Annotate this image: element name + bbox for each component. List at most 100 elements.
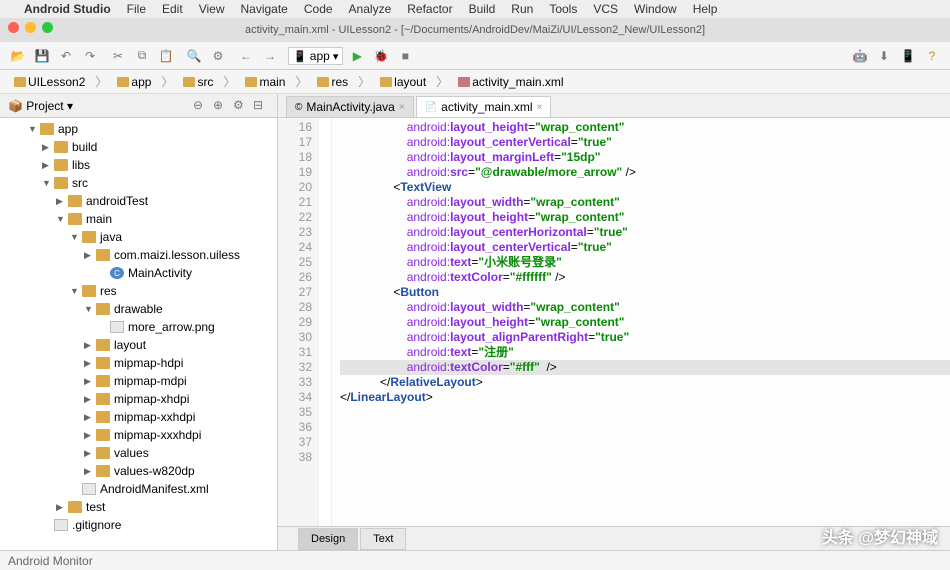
tree-item[interactable]: ▶mipmap-xxhdpi — [0, 408, 277, 426]
tree-item[interactable]: ▶mipmap-hdpi — [0, 354, 277, 372]
breadcrumb-item[interactable]: activity_main.xml — [452, 73, 569, 91]
code-editor[interactable]: 1617181920212223242526272829303132333435… — [278, 118, 950, 526]
chevron-right-icon[interactable]: ▶ — [56, 196, 68, 207]
chevron-right-icon[interactable]: ▶ — [84, 358, 96, 369]
tree-item[interactable]: AndroidManifest.xml — [0, 480, 277, 498]
chevron-right-icon[interactable]: ▶ — [42, 160, 54, 171]
project-view-select[interactable]: 📦 Project ▾ — [8, 99, 73, 113]
collapse-all-icon[interactable]: ⊖ — [193, 98, 209, 114]
layout-editor-tab-text[interactable]: Text — [360, 528, 406, 550]
chevron-right-icon[interactable]: ▶ — [84, 412, 96, 423]
chevron-right-icon[interactable]: ▶ — [84, 430, 96, 441]
menu-build[interactable]: Build — [469, 2, 496, 16]
breadcrumb-item[interactable]: main — [239, 73, 291, 91]
menu-window[interactable]: Window — [634, 2, 677, 16]
chevron-down-icon[interactable]: ▼ — [42, 178, 54, 188]
project-tree[interactable]: ▼app▶build▶libs▼src▶androidTest▼main▼jav… — [0, 118, 277, 550]
tree-item[interactable]: CMainActivity — [0, 264, 277, 282]
chevron-right-icon[interactable]: ▶ — [84, 466, 96, 477]
menu-run[interactable]: Run — [511, 2, 533, 16]
tree-item[interactable]: ▶build — [0, 138, 277, 156]
sdk-icon[interactable]: ⬇ — [874, 46, 894, 66]
tree-item[interactable]: ▼drawable — [0, 300, 277, 318]
chevron-right-icon[interactable]: ▶ — [84, 250, 96, 261]
breadcrumb-item[interactable]: src — [177, 73, 219, 91]
run-icon[interactable]: ▶ — [347, 46, 367, 66]
tree-item[interactable]: ▶androidTest — [0, 192, 277, 210]
back-icon[interactable]: ← — [236, 46, 256, 66]
status-left[interactable]: Android Monitor — [8, 554, 93, 568]
tree-item[interactable]: ▼app — [0, 120, 277, 138]
tree-item[interactable]: ▶com.maizi.lesson.uiless — [0, 246, 277, 264]
tree-item[interactable]: ▶mipmap-mdpi — [0, 372, 277, 390]
editor-tab[interactable]: 📄activity_main.xml× — [416, 96, 552, 117]
gear-icon[interactable]: ⚙ — [233, 98, 249, 114]
undo-icon[interactable]: ↶ — [56, 46, 76, 66]
menu-vcs[interactable]: VCS — [593, 2, 618, 16]
menu-view[interactable]: View — [199, 2, 225, 16]
layout-editor-tab-design[interactable]: Design — [298, 528, 358, 550]
menu-help[interactable]: Help — [693, 2, 718, 16]
paste-icon[interactable]: 📋 — [156, 46, 176, 66]
tree-item[interactable]: ▼main — [0, 210, 277, 228]
menu-tools[interactable]: Tools — [549, 2, 577, 16]
tree-item[interactable]: ▶libs — [0, 156, 277, 174]
chevron-right-icon[interactable]: ▶ — [84, 340, 96, 351]
chevron-down-icon[interactable]: ▼ — [70, 232, 82, 242]
forward-icon[interactable]: → — [260, 46, 280, 66]
chevron-right-icon[interactable]: ▶ — [56, 502, 68, 513]
chevron-right-icon[interactable]: ▶ — [84, 394, 96, 405]
save-icon[interactable]: 💾 — [32, 46, 52, 66]
chevron-right-icon[interactable]: ▶ — [84, 376, 96, 387]
cut-icon[interactable]: ✂ — [108, 46, 128, 66]
breadcrumb-item[interactable]: layout — [374, 73, 432, 91]
settings-icon[interactable]: ⚙ — [208, 46, 228, 66]
window-close-button[interactable] — [8, 22, 19, 33]
tree-item[interactable]: ▼java — [0, 228, 277, 246]
run-config-select[interactable]: 📱 app ▾ — [288, 47, 343, 65]
search-icon[interactable]: 🔍 — [184, 46, 204, 66]
tree-item[interactable]: ▶test — [0, 498, 277, 516]
window-maximize-button[interactable] — [42, 22, 53, 33]
tree-item[interactable]: .gitignore — [0, 516, 277, 534]
editor-tab[interactable]: ©MainActivity.java× — [286, 96, 414, 117]
android-icon[interactable]: 🤖 — [850, 46, 870, 66]
tree-item[interactable]: ▶layout — [0, 336, 277, 354]
hide-icon[interactable]: ⊟ — [253, 98, 269, 114]
tree-item[interactable]: ▼src — [0, 174, 277, 192]
open-icon[interactable]: 📂 — [8, 46, 28, 66]
breadcrumb-item[interactable]: UILesson2 — [8, 73, 91, 91]
breadcrumb-item[interactable]: res — [311, 73, 354, 91]
menu-file[interactable]: File — [127, 2, 146, 16]
window-minimize-button[interactable] — [25, 22, 36, 33]
tree-item[interactable]: ▶values — [0, 444, 277, 462]
copy-icon[interactable]: ⧉ — [132, 46, 152, 66]
menu-edit[interactable]: Edit — [162, 2, 183, 16]
chevron-down-icon[interactable]: ▼ — [84, 304, 96, 314]
tree-item[interactable]: more_arrow.png — [0, 318, 277, 336]
chevron-down-icon[interactable]: ▼ — [56, 214, 68, 224]
target-icon[interactable]: ⊕ — [213, 98, 229, 114]
menu-analyze[interactable]: Analyze — [349, 2, 392, 16]
chevron-down-icon[interactable]: ▼ — [70, 286, 82, 296]
chevron-right-icon[interactable]: ▶ — [84, 448, 96, 459]
tree-item[interactable]: ▼res — [0, 282, 277, 300]
stop-icon[interactable]: ■ — [395, 46, 415, 66]
chevron-down-icon[interactable]: ▼ — [28, 124, 40, 134]
close-icon[interactable]: × — [537, 102, 543, 113]
menu-android-studio[interactable]: Android Studio — [24, 2, 111, 16]
menu-navigate[interactable]: Navigate — [240, 2, 287, 16]
menu-refactor[interactable]: Refactor — [407, 2, 452, 16]
tree-item[interactable]: ▶mipmap-xxxhdpi — [0, 426, 277, 444]
tree-item[interactable]: ▶values-w820dp — [0, 462, 277, 480]
close-icon[interactable]: × — [399, 102, 405, 113]
breadcrumb-item[interactable]: app — [111, 73, 157, 91]
chevron-right-icon[interactable]: ▶ — [42, 142, 54, 153]
help-icon[interactable]: ? — [922, 46, 942, 66]
tree-item[interactable]: ▶mipmap-xhdpi — [0, 390, 277, 408]
avd-icon[interactable]: 📱 — [898, 46, 918, 66]
redo-icon[interactable]: ↷ — [80, 46, 100, 66]
menu-code[interactable]: Code — [304, 2, 333, 16]
code-content[interactable]: android:layout_height="wrap_content" and… — [332, 118, 950, 526]
debug-icon[interactable]: 🐞 — [371, 46, 391, 66]
